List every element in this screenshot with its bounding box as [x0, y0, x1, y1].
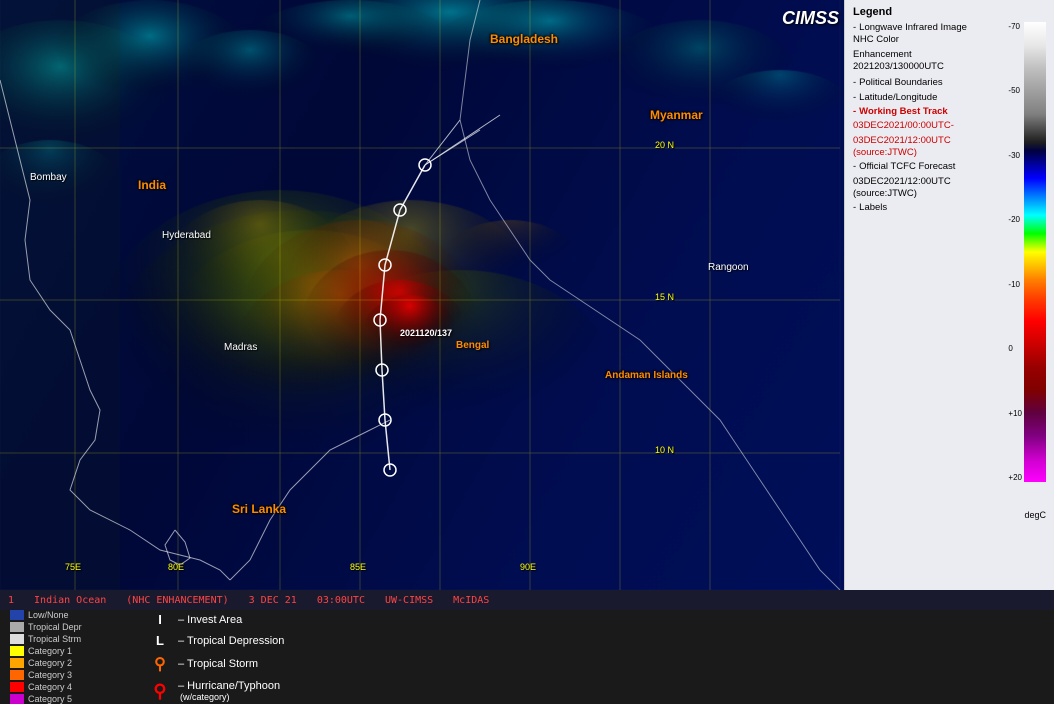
legend-item-1: Enhancement 2021203/130000UTC — [853, 49, 987, 74]
legend-item-5: 03DEC2021/00:00UTC- — [853, 120, 987, 132]
legend-item-7: -Official TCFC Forecast — [853, 161, 987, 173]
scale-label-7: Category 5 — [28, 694, 72, 704]
status-item-3: (NHC ENHANCEMENT) — [126, 595, 228, 606]
scale-row-3: Category 1 — [10, 646, 120, 656]
hurricane-label: – Hurricane/Typhoon — [178, 680, 280, 692]
scale-row-7: Category 5 — [10, 694, 120, 704]
legend-item-8: 03DEC2021/12:00UTC (source:JTWC) — [853, 176, 987, 201]
scale-box-0 — [10, 610, 24, 620]
scale-label-5: Category 3 — [28, 670, 72, 680]
legend-item-9: -Labels — [853, 202, 987, 214]
cb-label-6: 0 — [1008, 344, 1022, 353]
scale-box-7 — [10, 694, 24, 704]
legend-item-3: -Latitude/Longitude — [853, 92, 987, 104]
cb-label-7: +10 — [1008, 409, 1022, 418]
cb-label-2: -50 — [1008, 86, 1022, 95]
scale-box-3 — [10, 646, 24, 656]
scale-label-0: Low/None — [28, 610, 69, 620]
bottom-legend: Low/None Tropical Depr Tropical Strm Cat… — [0, 610, 1054, 704]
cb-label-5: -10 — [1008, 280, 1022, 289]
scale-label-6: Category 4 — [28, 682, 72, 692]
scale-row-5: Category 3 — [10, 670, 120, 680]
degc-label: degC — [1024, 510, 1046, 520]
track-row-invest: I – Invest Area — [150, 612, 284, 627]
status-bar: 1 Indian Ocean (NHC ENHANCEMENT) 3 DEC 2… — [0, 590, 1054, 610]
scale-row-1: Tropical Depr — [10, 622, 120, 632]
status-item-4: 3 DEC 21 — [249, 595, 297, 606]
scale-box-6 — [10, 682, 24, 692]
scale-label-2: Tropical Strm — [28, 634, 81, 644]
legend-item-4: -Working Best Track — [853, 106, 987, 118]
legend-item-2: -Political Boundaries — [853, 77, 987, 89]
scale-row-0: Low/None — [10, 610, 120, 620]
cimss-logo: CIMSS — [782, 8, 839, 29]
ts-symbol: ⚲ — [150, 654, 170, 674]
legend-item-0: -Longwave Infrared Image NHC Color — [853, 22, 987, 47]
hurricane-symbol: ⚲ — [150, 681, 170, 702]
scale-label-4: Category 2 — [28, 658, 72, 668]
scale-row-4: Category 2 — [10, 658, 120, 668]
scale-row-2: Tropical Strm — [10, 634, 120, 644]
cb-label-1: -70 — [1008, 22, 1022, 31]
legend-panel: Legend -Longwave Infrared Image NHC Colo… — [844, 0, 1054, 590]
track-row-td: L – Tropical Depression — [150, 633, 284, 648]
status-item-5: 03:00UTC — [317, 595, 365, 606]
track-row-hurricane: ⚲ – Hurricane/Typhoon (w/category) — [150, 680, 284, 702]
track-row-ts: ⚲ – Tropical Storm — [150, 654, 284, 674]
storm-timestamp: 2021120/137 — [400, 328, 452, 338]
track-legend-section: I – Invest Area L – Tropical Depression … — [150, 612, 284, 702]
cb-label-3: -30 — [1008, 151, 1022, 160]
cb-label-4: -20 — [1008, 215, 1022, 224]
hurricane-sublabel: (w/category) — [180, 692, 280, 702]
scale-box-5 — [10, 670, 24, 680]
legend-item-6: 03DEC2021/12:00UTC (source:JTWC) — [853, 135, 987, 160]
cb-label-8: +20 — [1008, 473, 1022, 482]
status-item-7: McIDAS — [453, 595, 489, 606]
invest-symbol: I — [150, 612, 170, 627]
scale-label-3: Category 1 — [28, 646, 72, 656]
main-container: Bangladesh Myanmar India Sri Lanka Bomba… — [0, 0, 1054, 704]
map-area: Bangladesh Myanmar India Sri Lanka Bomba… — [0, 0, 1054, 590]
colorbar — [1024, 22, 1046, 482]
storm-region: Bengal — [456, 340, 489, 351]
td-label: – Tropical Depression — [178, 635, 284, 647]
color-scale-section: Low/None Tropical Depr Tropical Strm Cat… — [10, 610, 120, 704]
scale-box-2 — [10, 634, 24, 644]
legend-title: Legend — [853, 6, 1046, 18]
scale-box-1 — [10, 622, 24, 632]
invest-label: – Invest Area — [178, 614, 242, 626]
ts-label: – Tropical Storm — [178, 658, 258, 670]
scale-box-4 — [10, 658, 24, 668]
status-item-1: 1 — [8, 595, 14, 606]
status-item-2: Indian Ocean — [34, 595, 106, 606]
status-item-6: UW-CIMSS — [385, 595, 433, 606]
scale-label-1: Tropical Depr — [28, 622, 82, 632]
scale-row-6: Category 4 — [10, 682, 120, 692]
td-symbol: L — [150, 633, 170, 648]
